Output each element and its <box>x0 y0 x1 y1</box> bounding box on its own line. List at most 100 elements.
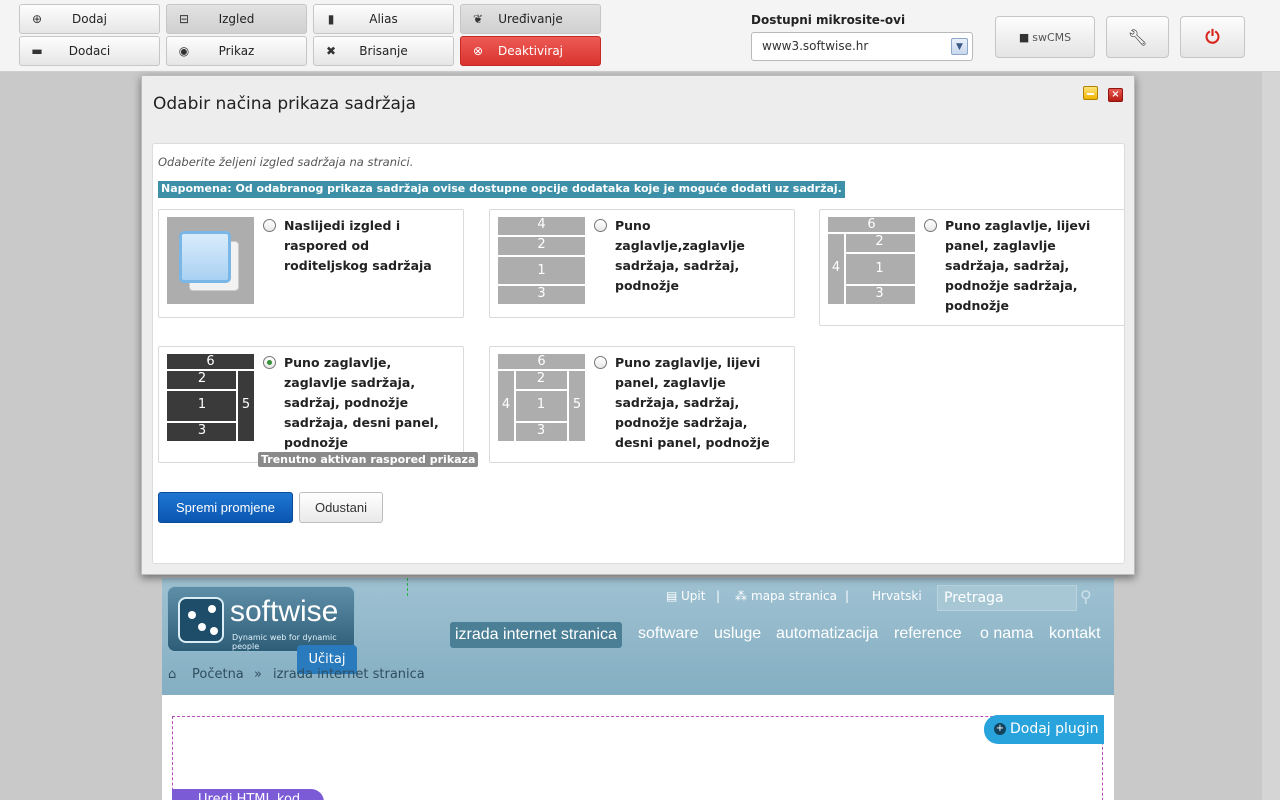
dodaci-label: Dodaci <box>68 44 111 58</box>
sitemap-icon: ⁂ <box>735 589 747 603</box>
layout-option-4[interactable]: 6 2 1 5 3 Puno zaglavlje, zaglavlje sadr… <box>158 346 464 463</box>
drop-marker <box>407 578 409 596</box>
cell-content-header: 2 <box>197 371 207 386</box>
dialog-title: Odabir načina prikaza sadržaja <box>153 94 417 114</box>
uredivanje-label: Uređivanje <box>498 12 563 26</box>
stack-front-icon <box>179 231 231 283</box>
layout-option-5[interactable]: 6 2 4 1 5 3 Puno zaglavlje, lijevi panel… <box>489 346 795 463</box>
layout-radio-2[interactable] <box>594 219 607 232</box>
close-icon[interactable]: × <box>1108 88 1123 102</box>
nav-usluge[interactable]: usluge <box>714 625 761 643</box>
swcms-label: swCMS <box>1032 30 1072 44</box>
cell-content-header: 2 <box>536 371 546 386</box>
brisanje-button[interactable]: ✖ Brisanje <box>313 36 454 66</box>
prikaz-label: Prikaz <box>218 44 255 58</box>
nav-reference[interactable]: reference <box>894 625 962 643</box>
power-icon: ⏻ <box>1205 26 1220 48</box>
cell-header: 6 <box>867 217 876 232</box>
cell-content-header: 2 <box>537 237 546 252</box>
nav-software[interactable]: software <box>638 625 698 643</box>
layout-diagram-3: 6 2 4 1 3 <box>828 217 915 304</box>
alias-button[interactable]: ▮ Alias <box>313 4 454 34</box>
izgled-button[interactable]: ⊟ Izgled <box>166 4 307 34</box>
plus-icon: + <box>994 723 1006 735</box>
content-area: + Dodaj plugin Uredi HTML kod <box>162 695 1114 800</box>
cell-footer: 3 <box>197 423 207 438</box>
nav-automatizacija[interactable]: automatizacija <box>776 625 878 643</box>
cell-footer: 3 <box>875 286 884 301</box>
layout-radio-5[interactable] <box>594 356 607 369</box>
layout-radio-3[interactable] <box>924 219 937 232</box>
layout-icon: ⊟ <box>178 12 190 26</box>
website-preview: softwise Dynamic web for dynamic people … <box>162 578 1114 800</box>
logout-button[interactable]: ⏻ <box>1180 16 1245 58</box>
deaktiviraj-button[interactable]: ⊗ Deaktiviraj <box>460 36 601 66</box>
breadcrumb-home[interactable]: Početna <box>192 667 244 682</box>
dodaj-label: Dodaj <box>72 12 107 26</box>
cell-content-header: 2 <box>875 234 884 249</box>
add-plugin-label: Dodaj plugin <box>1010 721 1099 737</box>
layout-label-2: Puno zaglavlje,zaglavlje sadržaja, sadrž… <box>615 218 745 293</box>
eye-icon: ◉ <box>178 44 190 58</box>
cell-right-panel: 5 <box>572 397 582 412</box>
home-icon[interactable]: ⌂ <box>168 667 176 682</box>
nav-o-nama[interactable]: o nama <box>980 625 1033 643</box>
cms-toolbar: ⊕ Dodaj ▬ Dodaci ⊟ Izgled ◉ Prikaz ▮ Ali… <box>0 0 1280 72</box>
page-scrollbar[interactable] <box>1262 72 1280 800</box>
deaktiviraj-label: Deaktiviraj <box>497 44 564 58</box>
layout-option-3[interactable]: 6 2 4 1 3 Puno zaglavlje, lijevi panel, … <box>819 209 1125 326</box>
swcms-button[interactable]: ■ swCMS <box>995 16 1095 58</box>
layout-label-4: Puno zaglavlje, zaglavlje sadržaja, sadr… <box>284 355 439 450</box>
grid-icon: ■ <box>1018 30 1030 44</box>
cell-footer: 3 <box>536 423 546 438</box>
cell-content: 1 <box>536 397 546 412</box>
layout-radio-inherit[interactable] <box>263 219 276 232</box>
chevron-down-icon: ▼ <box>951 38 968 55</box>
uredivanje-button[interactable]: ❦ Uređivanje <box>460 4 601 34</box>
cell-footer: 3 <box>537 286 546 301</box>
layout-label-3: Puno zaglavlje, lijevi panel, zaglavlje … <box>945 218 1091 313</box>
drive-icon: ▬ <box>31 44 43 58</box>
minimize-icon[interactable] <box>1083 86 1098 100</box>
settings-button[interactable]: 🔧︎ <box>1106 16 1169 58</box>
layout-option-2[interactable]: 4 2 1 3 Puno zaglavlje,zaglavlje sadržaj… <box>489 209 795 318</box>
cancel-button[interactable]: Odustani <box>299 492 383 523</box>
plugin-dropzone <box>172 716 1103 800</box>
cell-content: 1 <box>537 263 546 278</box>
cell-content: 1 <box>197 397 207 412</box>
dodaj-button[interactable]: ⊕ Dodaj <box>19 4 160 34</box>
layout-diagram-4: 6 2 1 5 3 <box>167 354 254 441</box>
layout-option-inherit[interactable]: Naslijedi izgled i raspored od roditeljs… <box>158 209 464 318</box>
cell-right-panel: 5 <box>241 397 251 412</box>
search-icon[interactable]: ⚲ <box>1080 587 1100 607</box>
site-search-input[interactable]: Pretraga <box>937 585 1077 611</box>
nav-izrada[interactable]: izrada internet stranica <box>450 622 622 648</box>
layout-radio-4[interactable] <box>263 356 276 369</box>
edit-html-button[interactable]: Uredi HTML kod <box>172 789 324 800</box>
nav-kontakt[interactable]: kontakt <box>1049 625 1101 643</box>
layout-inherit-thumbnail <box>167 217 254 304</box>
dodaci-button[interactable]: ▬ Dodaci <box>19 36 160 66</box>
microsites-label: Dostupni mikrosite-ovi <box>751 13 906 27</box>
layout-label-inherit: Naslijedi izgled i raspored od roditeljs… <box>284 218 432 273</box>
save-button[interactable]: Spremi promjene <box>158 492 293 523</box>
layout-diagram-5: 6 2 4 1 5 3 <box>498 354 585 441</box>
breadcrumb-current: izrada internet stranica <box>273 667 425 682</box>
layout-label-5: Puno zaglavlje, lijevi panel, zaglavlje … <box>615 355 770 450</box>
prikaz-button[interactable]: ◉ Prikaz <box>166 36 307 66</box>
logo-mark-icon <box>178 597 224 643</box>
cell-header: 4 <box>537 217 546 232</box>
wrench-icon: 🔧︎ <box>1127 27 1148 47</box>
microsite-select[interactable]: www3.softwise.hr ▼ <box>751 32 973 61</box>
leaf-icon: ❦ <box>472 12 484 26</box>
close-circle-icon: ⊗ <box>472 44 484 58</box>
microsite-selected-value: www3.softwise.hr <box>762 39 869 53</box>
top-link-upit[interactable]: Upit <box>681 589 705 603</box>
separator: | <box>716 589 721 603</box>
language-link[interactable]: Hrvatski <box>872 589 922 603</box>
site-logo[interactable]: softwise Dynamic web for dynamic people <box>167 586 355 652</box>
cell-left-panel: 4 <box>831 260 841 275</box>
add-plugin-button[interactable]: + Dodaj plugin <box>984 715 1104 744</box>
cell-content: 1 <box>875 261 884 276</box>
top-link-sitemap[interactable]: mapa stranica <box>751 589 837 603</box>
